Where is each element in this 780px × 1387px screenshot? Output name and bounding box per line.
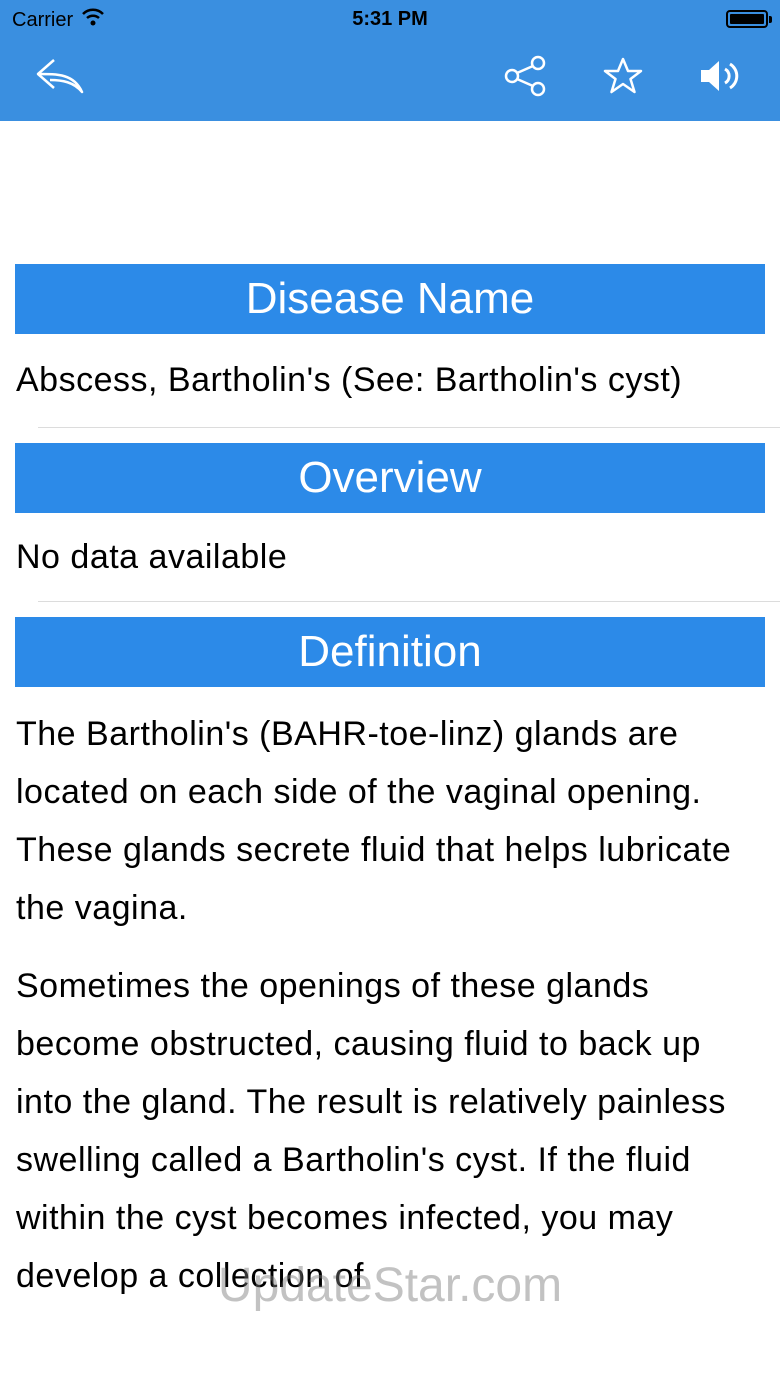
disease-name-text: Abscess, Bartholin's (See: Bartholin's c… [16, 361, 683, 399]
disease-detail-content: Disease Name Abscess, Bartholin's (See: … [0, 121, 780, 1305]
favorite-button[interactable] [593, 50, 653, 106]
clock: 5:31 PM [352, 8, 428, 30]
star-icon [602, 56, 644, 101]
overview-text: No data available [16, 538, 288, 576]
back-button[interactable] [30, 50, 90, 106]
speak-button[interactable] [690, 50, 750, 106]
battery-icon [726, 10, 772, 28]
share-icon [502, 55, 548, 102]
definition-paragraph-2: Sometimes the openings of these glands b… [16, 967, 726, 1295]
speaker-icon [697, 56, 743, 101]
reply-back-icon [34, 56, 86, 101]
section-header-disease-name: Disease Name [15, 264, 765, 334]
status-bar: Carrier 5:31 PM [0, 0, 780, 40]
navigation-bar: Carrier 5:31 PM [0, 0, 780, 121]
section-header-definition: Definition [15, 617, 765, 687]
section-header-overview: Overview [15, 443, 765, 513]
definition-paragraph-1: The Bartholin's (BAHR-toe-linz) glands a… [16, 715, 732, 927]
share-button[interactable] [495, 50, 555, 106]
